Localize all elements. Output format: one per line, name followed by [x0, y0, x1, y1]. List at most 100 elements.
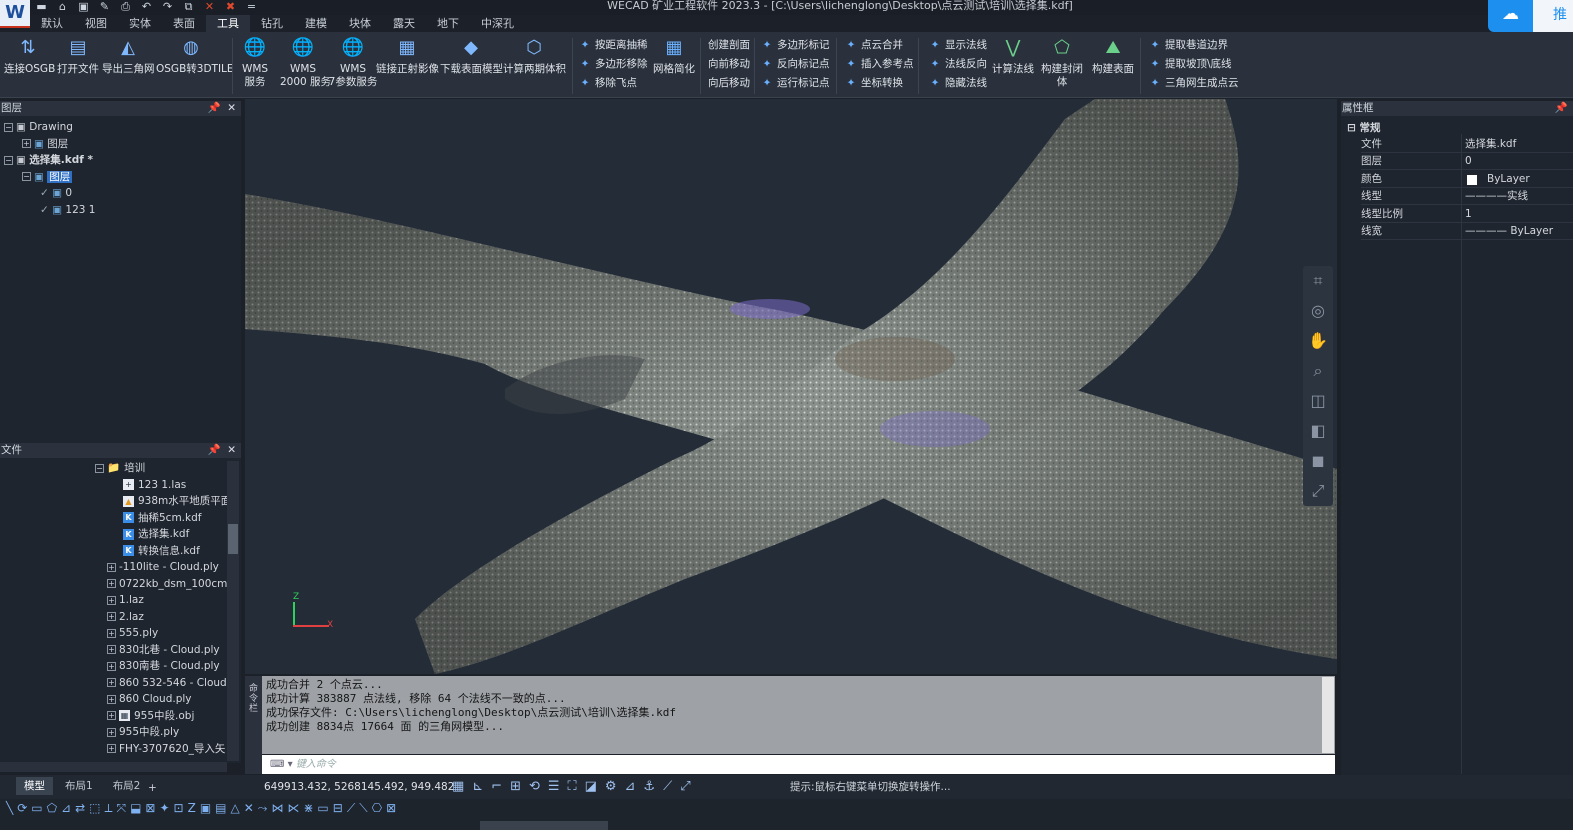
file-list-item[interactable]: +0722kb_dsm_100cm_1 [107, 577, 228, 591]
ribbon-big-button-0[interactable]: ⇅ 连接OSGB [4, 36, 55, 76]
ribbon-col6-button-2[interactable]: ✦ 三角网生成点云 [1148, 77, 1239, 90]
ribbon-big-button-3[interactable]: ◍ OSGB转3DTILE [156, 36, 234, 76]
file-list-item[interactable]: K 选择集.kdf [123, 527, 189, 541]
expand-icon[interactable]: + [107, 711, 116, 720]
tab-3[interactable]: 表面 [162, 15, 206, 32]
quick-access-icon-3[interactable]: ✎ [97, 0, 112, 14]
quick-access-icon-9[interactable]: ✖ [223, 0, 238, 14]
add-layout-button[interactable]: + [148, 776, 157, 800]
quick-access-icon-8[interactable]: ✕ [202, 0, 217, 14]
tab-6[interactable]: 建模 [294, 15, 338, 32]
ribbon-col4-button-0[interactable]: ✦ 点云合并 [844, 39, 903, 52]
quick-access-icon-7[interactable]: ⧉ [181, 0, 196, 14]
expand-icon[interactable]: + [107, 661, 116, 671]
ribbon-big-button-9[interactable]: ⬡ 计算两期体积 [503, 36, 566, 76]
ribbon-col5-button-0[interactable]: ✦ 显示法线 [928, 39, 987, 52]
ribbon-col4-button-1[interactable]: ✦ 插入参考点 [844, 58, 914, 71]
file-list-item[interactable]: +555.ply [107, 626, 158, 640]
ribbon-big-button-8[interactable]: ◆ 下载表面模型 [440, 36, 503, 76]
cloud-label[interactable]: 推 [1533, 0, 1573, 32]
layer-tree-item[interactable]: ✓ ▣ 0 [40, 186, 72, 200]
ribbon-col1-button-2[interactable]: ✦ 移除飞点 [578, 77, 637, 90]
file-list-item[interactable]: +955中段.ply [107, 725, 179, 739]
layer-tree-item[interactable]: ✓ ▣ 123 1 [40, 203, 95, 217]
ribbon-big-button-5[interactable]: 🌐 WMS 2000 服务 [280, 36, 331, 89]
ribbon-col5-button-1[interactable]: ✦ 法线反向 [928, 58, 987, 71]
close-icon[interactable]: ✕ [227, 101, 236, 116]
cube-side-icon[interactable]: ◼ [1303, 446, 1333, 476]
tab-8[interactable]: 露天 [382, 15, 426, 32]
quick-access-icon-4[interactable]: ⎙ [118, 0, 133, 14]
quick-access-icon-2[interactable]: ▣ [76, 0, 91, 14]
ribbon-col2-button-2[interactable]: 向后移动 [708, 77, 750, 90]
ribbon-big-button-1[interactable]: ▤ 打开文件 [56, 36, 100, 76]
ribbon-col3-button-2[interactable]: ✦ 运行标记点 [760, 77, 830, 90]
ribbon-col4-button-2[interactable]: ✦ 坐标转换 [844, 77, 903, 90]
tab-9[interactable]: 地下 [426, 15, 470, 32]
layer-tree-item[interactable]: + ▣ 图层 [22, 137, 68, 151]
pin-icon[interactable]: 📌 [1555, 101, 1568, 116]
file-list-item[interactable]: + ▦ 955中段.obj [107, 709, 194, 723]
ribbon-big-button-6[interactable]: 🌐 WMS 7参数服务 [328, 36, 378, 89]
file-list-item[interactable]: +860 532-546 - Cloud. [107, 676, 228, 690]
expand-icon[interactable]: + [107, 595, 116, 605]
file-list-item[interactable]: K 转换信息.kdf [123, 544, 200, 558]
property-row[interactable]: 线型比例 1 [1361, 206, 1573, 223]
files-hscrollbar[interactable] [0, 762, 227, 772]
tab-1[interactable]: 视图 [74, 15, 118, 32]
file-list-item[interactable]: + -110lite - Cloud.ply [107, 560, 219, 574]
expand-icon[interactable]: + [107, 727, 116, 737]
ribbon-big-button-4[interactable]: 🌐 WMS 服务 [238, 36, 272, 89]
ribbon-col3-button-1[interactable]: ✦ 反向标记点 [760, 58, 830, 71]
pin-icon[interactable]: 📌 [208, 101, 221, 116]
expand-icon[interactable]: − [4, 122, 13, 132]
ribbon-big-button-7[interactable]: ▦ 链接正射影像 [376, 36, 439, 76]
file-list-item[interactable]: +2.laz [107, 610, 144, 624]
ribbon-big2-button-0[interactable]: ⋁ 计算法线 [990, 36, 1036, 76]
cube-front-icon[interactable]: ◧ [1303, 416, 1333, 446]
orbit-icon[interactable]: ◎ [1303, 296, 1333, 326]
expand-icon[interactable]: + [107, 645, 116, 654]
expand-icon[interactable]: + [107, 694, 116, 704]
expand-icon[interactable]: − [4, 155, 13, 165]
quick-access-icon-10[interactable]: = [244, 0, 259, 14]
tab-0[interactable]: 默认 [30, 15, 74, 32]
ribbon-big-button-2[interactable]: ◭ 导出三角网 [102, 36, 155, 76]
layout-tab-2[interactable]: 布局2 [105, 777, 149, 795]
ribbon-col1-button-1[interactable]: ✦ 多边形移除 [578, 58, 648, 71]
file-list-item[interactable]: + FHY-3707620_导入矢 [107, 742, 225, 756]
drawing-tool-icons[interactable]: ╲⟳▭⬠⊿⇄⬚⟂⤧⬓⊠✦⊡Z▣▤△✕⤳⋈⋉⋇▭⊟⟋⟍⎔⊠ [6, 801, 400, 816]
grid-simplify-button[interactable]: ▦ 网格简化 [652, 36, 696, 76]
3d-viewport[interactable]: Z X [245, 99, 1337, 674]
expand-icon[interactable]: − [95, 463, 104, 473]
expand-icon[interactable]: + [107, 579, 116, 588]
quick-access-icon-0[interactable]: ▬ [34, 0, 49, 14]
pin-icon[interactable]: 📌 [208, 443, 221, 458]
check-icon[interactable]: ✓ [40, 204, 52, 216]
ribbon-big2-button-1[interactable]: ⬠ 构建封闭体 [1036, 36, 1088, 89]
layout-tab-0[interactable]: 模型 [16, 777, 53, 795]
quick-access-icon-5[interactable]: ↶ [139, 0, 154, 14]
command-scrollbar[interactable] [1322, 677, 1334, 753]
property-row[interactable]: 线型 ————实线 [1361, 188, 1573, 206]
cube-top-icon[interactable]: ◫ [1303, 386, 1333, 416]
ribbon-col6-button-1[interactable]: ✦ 提取坡顶\底线 [1148, 58, 1232, 71]
tab-2[interactable]: 实体 [118, 15, 162, 32]
property-row[interactable]: 文件 选择集.kdf [1361, 136, 1573, 153]
tab-10[interactable]: 中深孔 [470, 15, 525, 32]
expand-icon[interactable]: + [107, 744, 116, 753]
check-icon[interactable]: ✓ [40, 187, 52, 199]
close-icon[interactable]: ✕ [227, 443, 236, 458]
quick-access-icon-6[interactable]: ↷ [160, 0, 175, 14]
file-list-item[interactable]: +830北巷 - Cloud.ply [107, 643, 220, 657]
toolbar-scrollbar[interactable] [480, 821, 608, 830]
cloud-icon[interactable]: ☁ [1488, 0, 1533, 32]
expand-icon[interactable]: + [107, 628, 116, 638]
status-toggle-icons[interactable]: ▦⊾⌐⊞⟲☰⛶◪⚙⊿⚓⟋⤢ [452, 775, 699, 799]
ribbon-col5-button-2[interactable]: ✦ 隐藏法线 [928, 77, 987, 90]
files-scrollbar[interactable] [227, 461, 239, 761]
app-logo[interactable]: W [0, 0, 30, 28]
property-row[interactable]: 线宽 ———— ByLayer [1361, 223, 1573, 240]
file-list-item[interactable]: +830南巷 - Cloud.ply [107, 659, 220, 673]
tab-5[interactable]: 钻孔 [250, 15, 294, 32]
